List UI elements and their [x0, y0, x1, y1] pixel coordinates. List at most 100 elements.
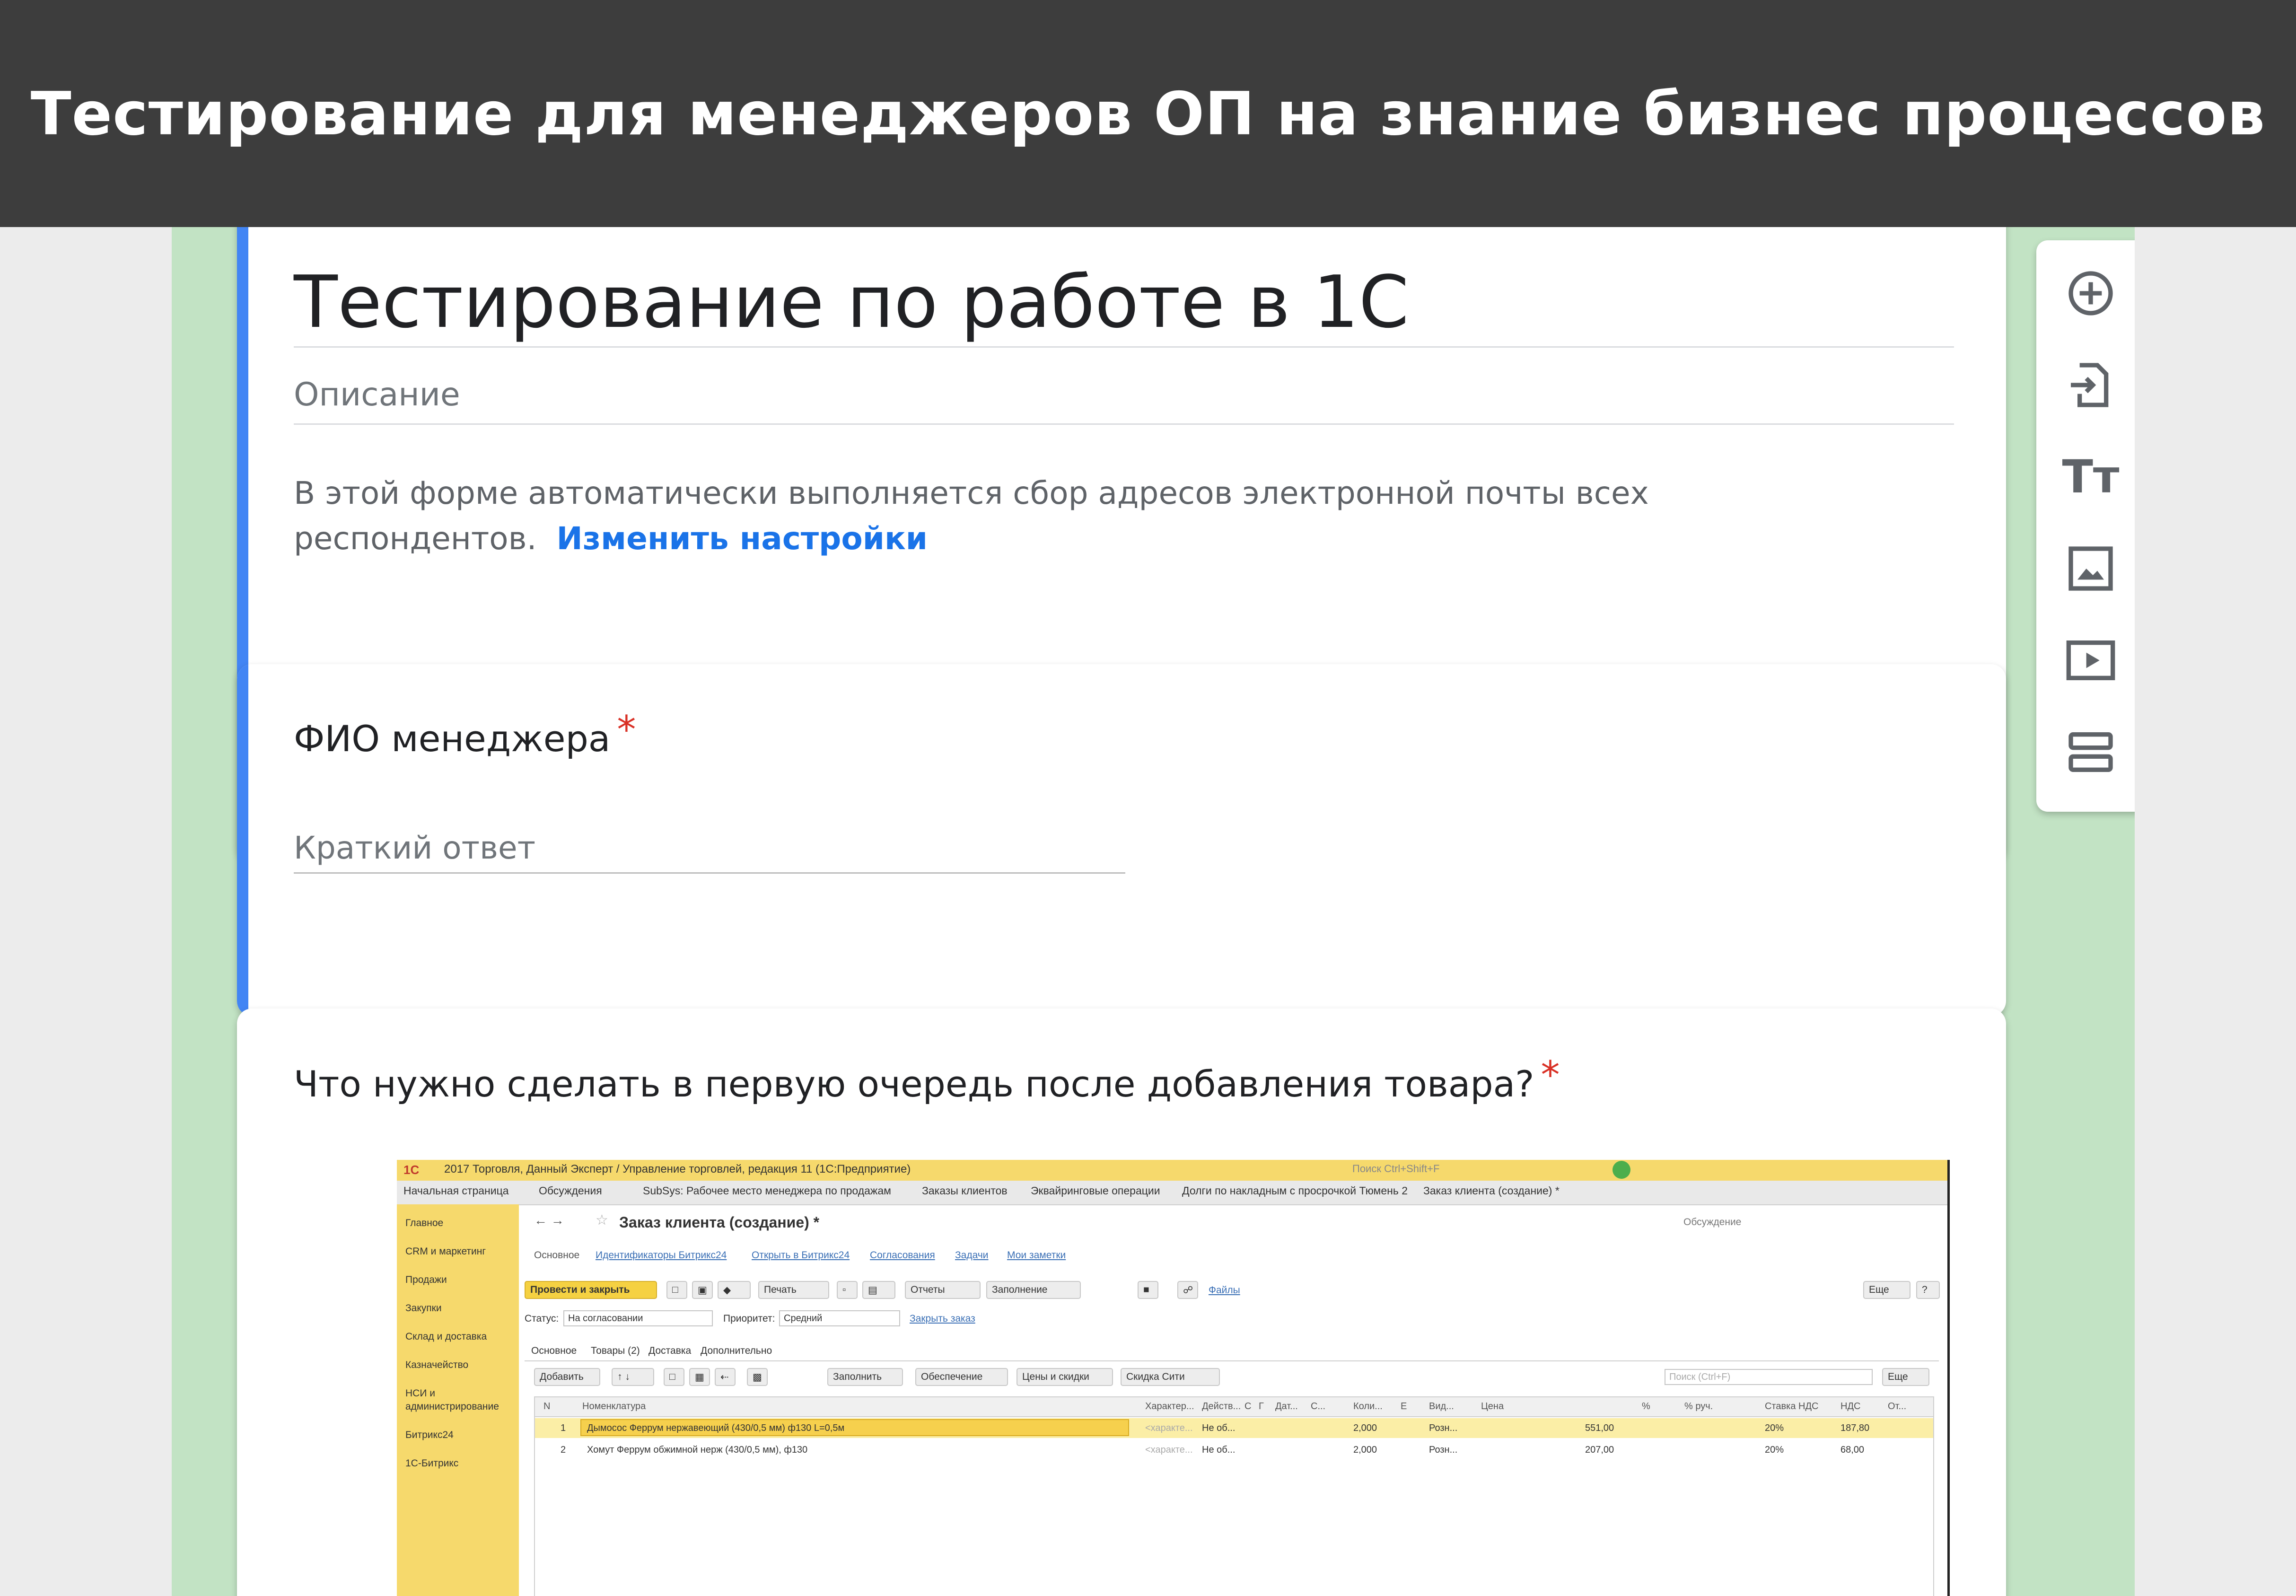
1c-nav-link: Основное: [534, 1250, 580, 1261]
1c-sidebar-item: Закупки: [405, 1303, 442, 1314]
1c-sidebar-item: Битрикс24: [405, 1429, 454, 1440]
1c-sidebar-item: НСИ и: [405, 1388, 435, 1399]
short-answer-underline: [294, 872, 1125, 874]
question-title: Что нужно сделать в первую очередь после…: [294, 1053, 1560, 1105]
1c-cell: Не об...: [1202, 1445, 1236, 1455]
1c-post-close-button: Провести и закрыть: [525, 1281, 657, 1299]
change-settings-link[interactable]: Изменить настройки: [557, 520, 928, 557]
1c-table-search-field: Поиск (Ctrl+F): [1665, 1369, 1873, 1385]
1c-doc-tabs: Основное Товары (2) Доставка Дополнитель…: [525, 1342, 1939, 1361]
1c-attach-icon: ▫: [837, 1281, 858, 1299]
1c-files-link: Файлы: [1209, 1285, 1240, 1296]
1c-tab: Начальная страница: [403, 1184, 509, 1197]
1c-tab: Заказы клиентов: [922, 1184, 1008, 1197]
1c-sidebar-item: 1С-Битрикс: [405, 1458, 459, 1469]
1c-cell: <характе...: [1145, 1445, 1193, 1455]
1c-nav-link: Задачи: [955, 1250, 989, 1261]
1c-sidebar-item: Склад и доставка: [405, 1331, 487, 1342]
add-question-icon[interactable]: [2062, 265, 2119, 322]
1c-save-icon: □: [666, 1281, 687, 1299]
title-underline: [294, 346, 1954, 348]
add-section-icon[interactable]: [2062, 724, 2119, 780]
1c-col-header: Действ...: [1202, 1401, 1241, 1412]
1c-nav-link: Согласования: [870, 1250, 935, 1261]
1c-sidebar-item: администрирование: [405, 1401, 499, 1412]
1c-table-header: N Номенклатура Характер... Действ... С Г…: [535, 1397, 1933, 1417]
1c-col-header: %: [1642, 1401, 1650, 1412]
add-video-icon[interactable]: [2062, 632, 2119, 689]
1c-cell: 1: [561, 1423, 566, 1433]
1c-fill-in-button: Заполнить: [827, 1368, 903, 1386]
1c-table-row: 1 Дымосос Феррум нержавеющий (430/0,5 мм…: [535, 1418, 1933, 1438]
1c-col-header: Ставка НДС: [1765, 1401, 1819, 1412]
1c-nav-link: Мои заметки: [1007, 1250, 1066, 1261]
1c-split-icon: ⇠: [715, 1368, 736, 1386]
1c-status-icon: [1612, 1161, 1630, 1179]
1c-cell: Розн...: [1429, 1423, 1458, 1433]
1c-tab: Долги по накладным с просрочкой Тюмень 2: [1182, 1184, 1408, 1197]
1c-create-based-icon: ◆: [718, 1281, 751, 1299]
question-card-fio[interactable]: ФИО менеджера * Краткий ответ: [237, 664, 2006, 1016]
required-mark: *: [617, 708, 636, 752]
1c-discount-card-button: Скидка Сити: [1121, 1368, 1220, 1386]
1c-cell: 20%: [1765, 1423, 1784, 1433]
form-canvas: Тестирование по работе в 1С Описание В э…: [172, 227, 2135, 1596]
description-underline: [294, 423, 1954, 425]
1c-col-header: Е: [1401, 1401, 1407, 1412]
1c-table-more-button: Еще: [1882, 1368, 1929, 1386]
add-image-icon[interactable]: [2062, 540, 2119, 597]
1c-close-order-link: Закрыть заказ: [910, 1313, 975, 1324]
1c-doc-tab: Доставка: [648, 1345, 692, 1356]
1c-cell: Розн...: [1429, 1445, 1458, 1455]
1c-col-header: Номенклатура: [582, 1401, 646, 1412]
1c-provision-button: Обеспечение: [915, 1368, 1008, 1386]
email-notice-text: В этой форме автоматически выполняется с…: [294, 475, 1649, 557]
1c-col-header: С: [1244, 1401, 1252, 1412]
1c-status-field: На согласовании: [563, 1310, 713, 1326]
1c-doc-tab: Дополнительно: [701, 1345, 772, 1356]
1c-col-header: НДС: [1840, 1401, 1861, 1412]
short-answer-field[interactable]: Краткий ответ: [294, 830, 535, 866]
1c-sidebar: Главное CRM и маркетинг Продажи Закупки …: [397, 1204, 519, 1596]
1c-tab: Заказ клиента (создание) *: [1423, 1184, 1560, 1197]
selected-card-accent: [237, 664, 248, 1016]
1c-cell: Не об...: [1202, 1423, 1236, 1433]
1c-table-row: 2 Хомут Феррум обжимной нерж (430/0,5 мм…: [535, 1440, 1933, 1460]
1c-sidebar-item: Продажи: [405, 1274, 447, 1285]
form-description-input[interactable]: Описание: [294, 376, 460, 413]
1c-title-bar: 1С 2017 Торговля, Данный Эксперт / Управ…: [397, 1160, 1947, 1181]
form-title-input[interactable]: Тестирование по работе в 1С: [294, 260, 1409, 344]
question-image-1c-screenshot: 1 С 2017 Торговля, Данный Эксперт / Управ…: [397, 1160, 1950, 1596]
1c-sidebar-item: Казначейство: [405, 1359, 469, 1370]
1c-help-button: ?: [1916, 1281, 1940, 1299]
import-questions-icon[interactable]: [2062, 357, 2119, 413]
1c-cell: Хомут Феррум обжимной нерж (430/0,5 мм),…: [587, 1445, 808, 1455]
1c-docs-icon: ▤: [862, 1281, 895, 1299]
1c-sidebar-item: Главное: [405, 1218, 444, 1228]
1c-reports-button: Отчеты: [905, 1281, 981, 1299]
1c-cell: 187,80: [1840, 1423, 1870, 1433]
question-title-text: ФИО менеджера: [294, 718, 611, 760]
1c-discussion-link: Обсуждение: [1683, 1217, 1742, 1228]
1c-col-header: Вид...: [1429, 1401, 1454, 1412]
1c-goods-table: N Номенклатура Характер... Действ... С Г…: [534, 1396, 1934, 1596]
banner-title: Тестирование для менеджеров ОП на знание…: [30, 79, 2266, 149]
1c-col-header: % руч.: [1684, 1401, 1713, 1412]
1c-document-title: Заказ клиента (создание) *: [619, 1214, 820, 1231]
1c-link-icon: ☍: [1177, 1281, 1198, 1299]
1c-doc-tab: Основное: [531, 1345, 577, 1356]
1c-add-button: Добавить: [534, 1368, 600, 1386]
1c-more-button: Еще: [1863, 1281, 1910, 1299]
1c-cell: 551,00: [1585, 1423, 1614, 1433]
add-title-icon[interactable]: Тт: [2062, 448, 2119, 505]
1c-cell: 2,000: [1353, 1445, 1377, 1455]
question-card-after-adding-item[interactable]: Что нужно сделать в первую очередь после…: [237, 1008, 2006, 1596]
1c-prices-discounts-button: Цены и скидки: [1017, 1368, 1113, 1386]
1c-copy-icon: □: [664, 1368, 684, 1386]
1c-nav-link: Идентификаторы Битрикс24: [596, 1250, 727, 1261]
add-title-label: Тт: [2062, 450, 2120, 503]
1c-tab: Эквайринговые операции: [1031, 1184, 1160, 1197]
1c-window-title: 2017 Торговля, Данный Эксперт / Управлен…: [444, 1163, 911, 1175]
1c-cell: <характе...: [1145, 1423, 1193, 1433]
1c-fill-button: Заполнение: [986, 1281, 1081, 1299]
